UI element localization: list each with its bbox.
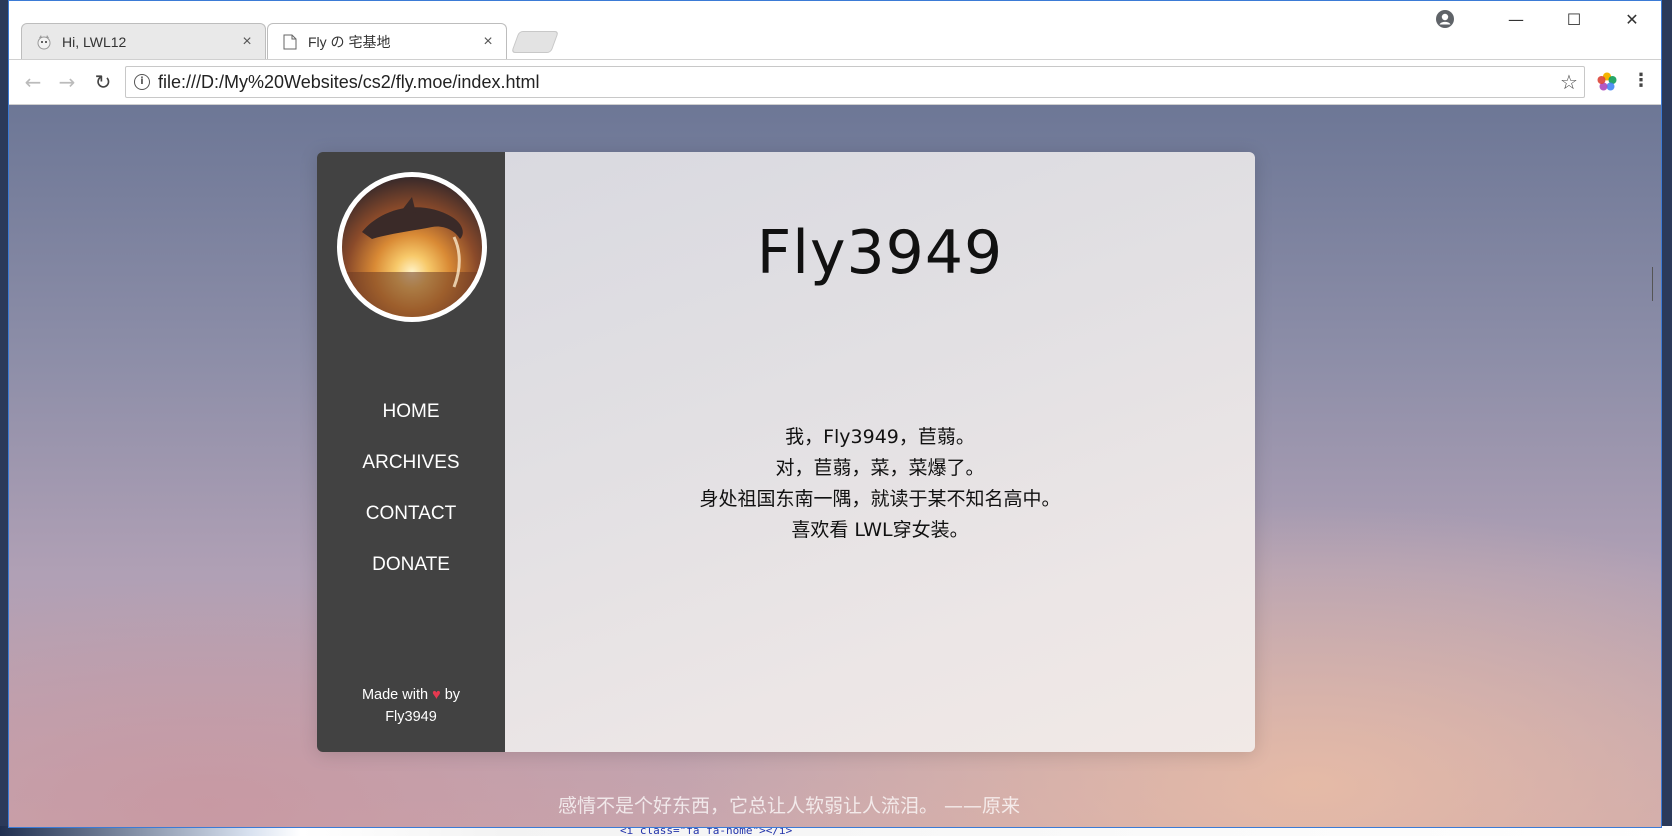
site-title: Fly3949 bbox=[756, 218, 1004, 288]
minimize-button[interactable]: — bbox=[1487, 1, 1545, 37]
tab-fly-homepage[interactable]: Fly の 宅基地 × bbox=[267, 23, 507, 59]
sidebar: HOME ARCHIVES CONTACT DONATE Made with ♥… bbox=[317, 152, 505, 752]
reload-icon[interactable]: ↻ bbox=[89, 68, 117, 96]
url-text[interactable]: file:///D:/My%20Websites/cs2/fly.moe/ind… bbox=[158, 72, 1554, 93]
footer-quote: 感情不是个好东西，它总让人软弱让人流泪。 ——原来 bbox=[557, 795, 1021, 817]
dolphin-sunset-image bbox=[342, 197, 482, 317]
tab-close-icon[interactable]: × bbox=[237, 33, 257, 51]
nav-home-link[interactable]: HOME bbox=[383, 397, 440, 448]
new-tab-button[interactable] bbox=[510, 31, 560, 53]
browser-window: Hi, LWL12 × Fly の 宅基地 × — ☐ ✕ ← → ↻ i fi… bbox=[8, 0, 1662, 828]
tab-title: Fly の 宅基地 bbox=[308, 33, 391, 50]
intro-line: 对，苣蒻，菜，菜爆了。 bbox=[775, 457, 985, 479]
maximize-button[interactable]: ☐ bbox=[1545, 1, 1603, 37]
heart-icon: ♥ bbox=[432, 687, 441, 703]
credit-author: Fly3949 bbox=[385, 709, 437, 725]
info-icon[interactable]: i bbox=[134, 74, 150, 90]
page-viewport: HOME ARCHIVES CONTACT DONATE Made with ♥… bbox=[9, 105, 1661, 827]
forward-arrow-icon[interactable]: → bbox=[53, 68, 81, 96]
tab-title: Hi, LWL12 bbox=[62, 33, 127, 50]
nav-donate-link[interactable]: DONATE bbox=[372, 550, 450, 601]
profile-card: HOME ARCHIVES CONTACT DONATE Made with ♥… bbox=[317, 152, 1255, 752]
intro-line: 喜欢看 LWL穿女装。 bbox=[791, 519, 969, 541]
tab-hi-lwl12[interactable]: Hi, LWL12 × bbox=[21, 23, 266, 59]
main-content: Fly3949 我，Fly3949，苣蒻。 对，苣蒻，菜，菜爆了。 身处祖国东南… bbox=[505, 152, 1255, 752]
window-edge-divider bbox=[1652, 267, 1661, 301]
extension-pinwheel-icon[interactable] bbox=[1597, 72, 1617, 92]
credit-prefix: Made with bbox=[361, 687, 429, 703]
credit-by: by bbox=[444, 687, 461, 703]
profile-icon[interactable] bbox=[1435, 9, 1455, 29]
nav-contact-link[interactable]: CONTACT bbox=[366, 499, 456, 550]
bookmark-star-icon[interactable]: ☆ bbox=[1554, 70, 1584, 95]
window-controls: — ☐ ✕ bbox=[1487, 1, 1661, 37]
nav-archives-link[interactable]: ARCHIVES bbox=[362, 448, 459, 499]
close-window-button[interactable]: ✕ bbox=[1603, 1, 1661, 37]
browser-menu-icon[interactable]: ⋮ bbox=[1631, 70, 1651, 94]
back-arrow-icon[interactable]: ← bbox=[19, 68, 47, 96]
tab-close-icon[interactable]: × bbox=[478, 33, 498, 51]
intro-line: 身处祖国东南一隅，就读于某不知名高中。 bbox=[699, 488, 1061, 510]
main-nav: HOME ARCHIVES CONTACT DONATE bbox=[317, 397, 505, 601]
browser-toolbar: ← → ↻ i file:///D:/My%20Websites/cs2/fly… bbox=[9, 59, 1661, 105]
page-favicon-icon bbox=[282, 34, 298, 50]
footer-credit: Made with ♥ by Fly3949 bbox=[317, 684, 505, 728]
cat-favicon-icon bbox=[36, 34, 52, 50]
intro-text: 我，Fly3949，苣蒻。 对，苣蒻，菜，菜爆了。 身处祖国东南一隅，就读于某不… bbox=[505, 422, 1255, 546]
avatar bbox=[337, 172, 487, 322]
browser-titlebar: Hi, LWL12 × Fly の 宅基地 × — ☐ ✕ bbox=[9, 1, 1661, 59]
screen: <i class="fa fa-home"></i> Hi, LWL12 × F… bbox=[0, 0, 1672, 836]
intro-line: 我，Fly3949，苣蒻。 bbox=[785, 426, 975, 448]
address-bar[interactable]: i file:///D:/My%20Websites/cs2/fly.moe/i… bbox=[125, 66, 1585, 98]
